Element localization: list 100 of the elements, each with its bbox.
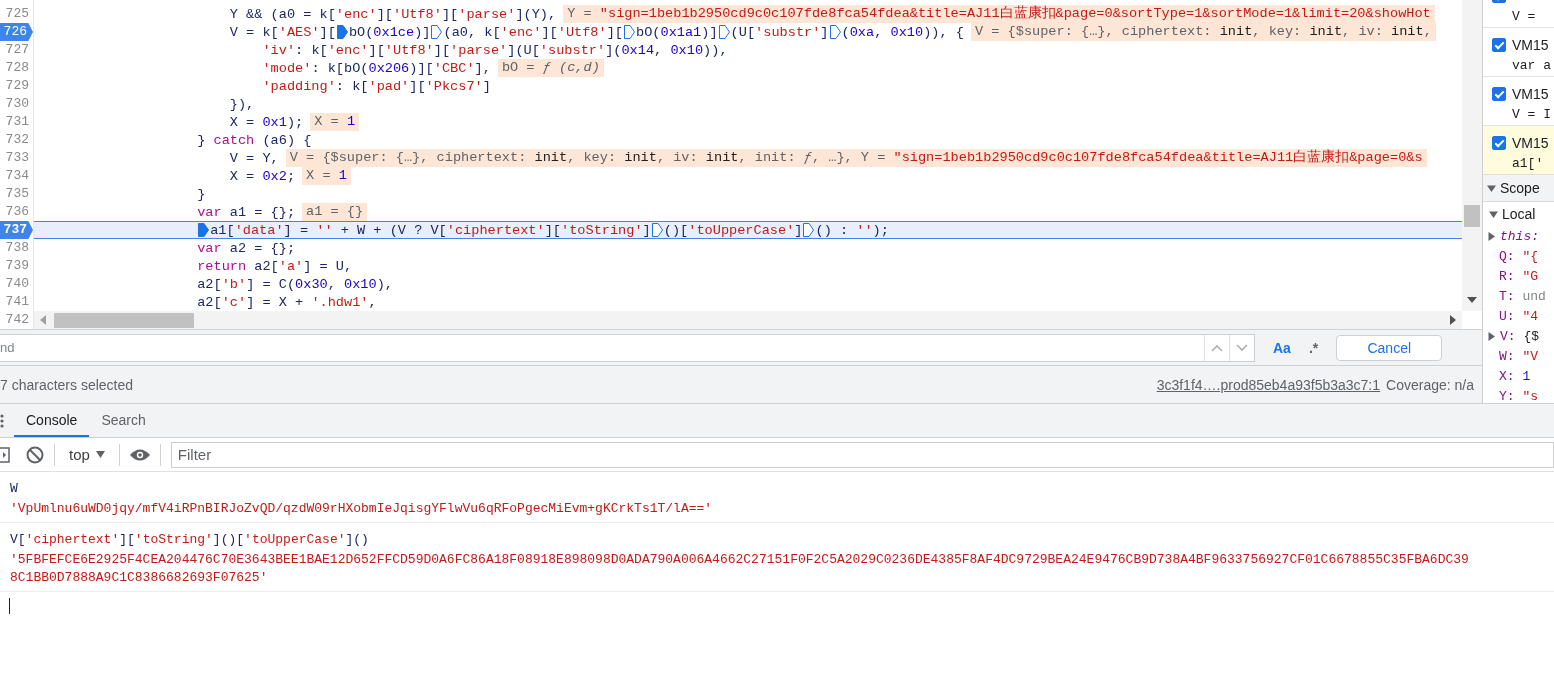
find-field[interactable]: nd xyxy=(0,333,1255,362)
eye-icon[interactable] xyxy=(129,447,150,462)
selection-status: 7 characters selected xyxy=(0,376,134,393)
code-text: (a0, k['enc']['Utf8'][ xyxy=(443,24,623,40)
variable-name: U: xyxy=(1499,308,1515,324)
console-result: 'VpUmlnu6uWD0jqy/mfV4iRPnBIRJoZvQD/qzdW09rHXobmIeJqisgYFlwVu6qRFoPgecMiEvm+gKCrkTs1T/lA==' xyxy=(10,501,713,516)
console-command: W xyxy=(10,481,18,496)
code-text: V = Y, xyxy=(229,150,279,166)
filter-field[interactable]: Filter xyxy=(170,441,1554,468)
drawer-tab[interactable]: Console xyxy=(14,404,90,437)
scrollbar-thumb[interactable] xyxy=(1464,205,1480,227)
variable-value: "G xyxy=(1522,268,1539,284)
scroll-right-icon[interactable] xyxy=(1450,315,1456,325)
variable-name: Y: xyxy=(1499,388,1515,403)
breakpoint-checkbox[interactable] xyxy=(1492,87,1506,101)
vertical-scrollbar[interactable] xyxy=(1462,0,1482,311)
step-marker-icon[interactable] xyxy=(336,25,348,39)
step-marker-icon[interactable] xyxy=(829,25,841,39)
sidebar-toggle-icon[interactable] xyxy=(0,446,10,463)
breakpoint-marker[interactable]: 726 xyxy=(0,23,33,41)
scroll-left-icon[interactable] xyxy=(40,315,46,325)
expand-icon[interactable] xyxy=(1489,209,1498,219)
more-icon[interactable] xyxy=(0,413,4,428)
scope-header[interactable]: Scope xyxy=(1483,175,1554,202)
line-number[interactable]: 734 xyxy=(0,167,33,185)
step-marker-icon[interactable] xyxy=(651,223,663,237)
breakpoint-item[interactable]: VM15 a1[' xyxy=(1483,126,1554,175)
match-case-toggle[interactable]: Aa xyxy=(1273,339,1291,356)
variable-value: "s xyxy=(1522,388,1539,403)
line-number[interactable]: 729 xyxy=(0,77,33,95)
inline-value: Y = "sign=1beb1b2950cd9c0c107fde8fca54fdea&title=AJ11白蓝康扣&page=0&sortType=1&sortMode=1&limit=20&showHot xyxy=(563,5,1435,23)
code-text: var a1 = {}; xyxy=(197,204,296,220)
variable-name: Q: xyxy=(1499,248,1515,264)
expand-icon[interactable] xyxy=(1487,231,1496,241)
code-text: X = 0x1); xyxy=(229,114,304,130)
step-marker-icon[interactable] xyxy=(803,223,815,237)
code-text: (U['substr'] xyxy=(730,24,829,40)
code-text: a1['data'] = '' + W + (V ? V['ciphertext']['toString'] xyxy=(210,222,651,238)
code-text: 'iv': k['enc']['Utf8']['parse'](U['substr'](0x14, 0x10)), xyxy=(262,42,728,58)
line-number[interactable]: 732 xyxy=(0,131,33,149)
line-number[interactable]: 738 xyxy=(0,239,33,257)
source-link[interactable]: 3c3f1f4….prod85eb4a93f5b3a3c7:1 xyxy=(1156,376,1381,393)
regex-toggle[interactable]: .* xyxy=(1308,339,1319,356)
breakpoint-file: VM15 xyxy=(1512,37,1549,53)
variable-value: und xyxy=(1522,288,1546,304)
scope-section-title[interactable]: Local xyxy=(1502,206,1536,222)
code-text: 'mode': k[bO(0x206)]['CBC'], xyxy=(262,60,491,76)
code-text: V = k['AES'][ xyxy=(229,24,336,40)
line-number[interactable]: 735 xyxy=(0,185,33,203)
line-number[interactable]: 741 xyxy=(0,293,33,311)
scroll-down-icon[interactable] xyxy=(1467,297,1477,303)
code-text: var a2 = {}; xyxy=(197,240,296,256)
variable-value: {$ xyxy=(1523,328,1540,344)
clear-console-icon[interactable] xyxy=(26,445,44,464)
line-number[interactable]: 730 xyxy=(0,95,33,113)
context-selector[interactable]: top xyxy=(69,446,90,463)
drawer-tab[interactable]: Search xyxy=(89,404,158,437)
breakpoint-checkbox[interactable] xyxy=(1492,38,1506,52)
expand-icon[interactable] xyxy=(1487,331,1496,341)
scrollbar-thumb[interactable] xyxy=(54,312,194,328)
code-text: } catch (a6) { xyxy=(197,132,312,148)
breakpoint-code: var a xyxy=(1512,58,1551,73)
line-number[interactable]: 740 xyxy=(0,275,33,293)
breakpoint-code: a1[' xyxy=(1512,156,1544,171)
find-input[interactable]: nd xyxy=(0,340,1204,355)
line-number[interactable]: 727 xyxy=(0,41,33,59)
step-marker-icon[interactable] xyxy=(624,25,635,39)
breakpoint-checkbox[interactable] xyxy=(1492,136,1506,150)
breakpoint-file: VM15 xyxy=(1512,135,1549,151)
line-number[interactable]: 728 xyxy=(0,59,33,77)
breakpoint-item[interactable]: VM15 var a xyxy=(1483,28,1554,77)
caret-icon[interactable] xyxy=(95,451,105,458)
code-text: return a2['a'] = U, xyxy=(197,258,353,274)
variable-name: R: xyxy=(1499,268,1515,284)
inline-value: X = 1 xyxy=(302,167,351,185)
step-marker-icon[interactable] xyxy=(431,25,443,39)
variable-name: this: xyxy=(1500,228,1539,244)
line-number[interactable]: 725 xyxy=(0,5,33,23)
text-cursor xyxy=(9,598,10,614)
line-number[interactable]: 733 xyxy=(0,149,33,167)
code-text: Y && (a0 = k['enc']['Utf8']['parse'](Y), xyxy=(229,6,557,22)
line-number[interactable]: 739 xyxy=(0,257,33,275)
step-marker-icon[interactable] xyxy=(198,223,210,237)
line-number[interactable]: 731 xyxy=(0,113,33,131)
cancel-button[interactable]: Cancel xyxy=(1336,334,1443,361)
breakpoint-code: V = xyxy=(1512,9,1536,24)
console-result: 8C1BB0D7888A9C1C8386682693F07625' xyxy=(10,570,268,585)
step-marker-icon[interactable] xyxy=(718,25,730,39)
line-number[interactable]: 742 xyxy=(0,311,33,329)
line-number[interactable]: 736 xyxy=(0,203,33,221)
variable-name: X: xyxy=(1499,368,1515,384)
console-command: V['ciphertext']['toString']()['toUpperCase']() xyxy=(10,532,369,547)
inline-value: bO = ƒ (c,d) xyxy=(497,59,604,77)
inline-value: V = {$super: {…}, ciphertext: init, key: init, iv: init, init: ƒ, …}, Y = "sign=1beb1b2950cd9c0c107fde8fca54fdea&title=AJ11白蓝康扣&page=0&s xyxy=(285,149,1427,167)
variable-name: V: xyxy=(1500,328,1516,344)
breakpoint-marker[interactable]: 737 xyxy=(0,221,33,239)
variable-value: "{ xyxy=(1522,248,1539,264)
horizontal-scrollbar[interactable] xyxy=(34,311,1462,329)
expand-icon[interactable] xyxy=(1487,183,1496,193)
code-text: bO(0x1a1)] xyxy=(636,24,718,40)
